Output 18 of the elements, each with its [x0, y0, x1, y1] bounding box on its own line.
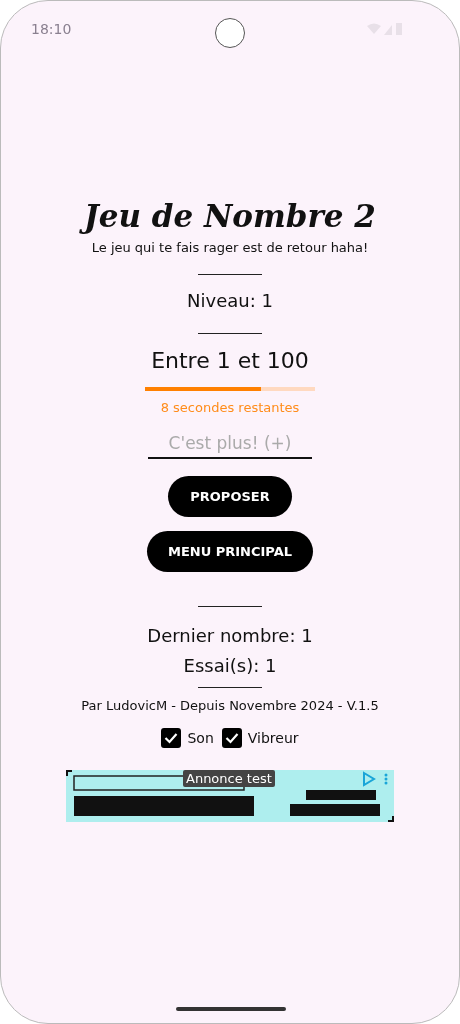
last-number: Dernier nombre: 1	[147, 624, 313, 648]
action-button[interactable]: PROPOSER	[168, 476, 292, 517]
game-title: Jeu de Nombre 2	[76, 194, 384, 238]
checkbox[interactable]	[161, 728, 182, 748]
range-label: Entre 1 et 100	[151, 347, 309, 375]
checkbox[interactable]	[221, 728, 242, 748]
checkbox-label: Vibreur	[247, 730, 299, 746]
attempts-count: Essai(s): 1	[183, 654, 277, 678]
action-button[interactable]: MENU PRINCIPAL	[147, 531, 313, 572]
ad-label: Annonce test	[183, 770, 275, 787]
subtitle: Le jeu qui te fais rager est de retour haha!	[91, 240, 369, 255]
credits-text: Par LudovicM - Depuis Novembre 2024 - V.1.5	[81, 698, 379, 713]
camera-icon	[215, 18, 245, 48]
level-label: Niveau: 1	[187, 289, 273, 313]
status-time: 18:10	[31, 21, 72, 37]
timer-text: 8 secondes restantes	[160, 400, 300, 415]
checkbox-label: Son	[187, 730, 214, 746]
guess-field[interactable]: C'est plus! (+)	[148, 429, 312, 459]
